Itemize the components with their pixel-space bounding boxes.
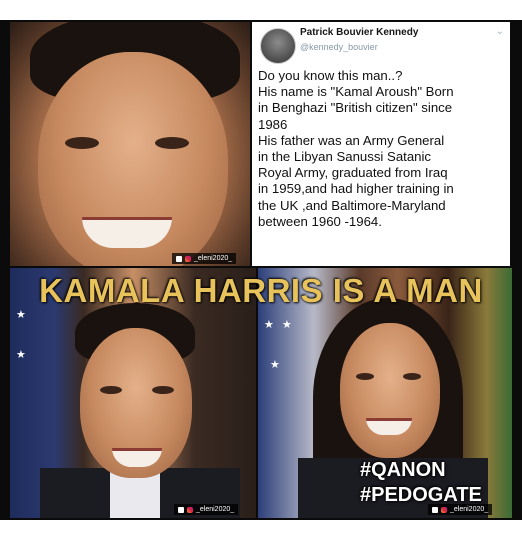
top-margin: [0, 0, 522, 20]
facebook-icon: [176, 255, 182, 262]
instagram-icon: [187, 506, 193, 513]
chevron-down-icon[interactable]: ⌄: [496, 26, 504, 37]
tweet-line: the UK ,and Baltimore-Maryland: [258, 197, 446, 213]
watermark-bl: _eleni2020_: [174, 504, 239, 515]
right-eye: [403, 373, 421, 380]
tweet-line: Royal Army, graduated from Iraq: [258, 165, 448, 181]
right-eye: [152, 386, 174, 394]
left-eye: [65, 137, 99, 149]
watermark-text: _eleni2020_: [194, 255, 233, 262]
bottom-margin: [0, 520, 522, 540]
hashtag[interactable]: #PEDOGATE: [360, 483, 482, 508]
right-eye: [155, 137, 189, 149]
tweet-card: Patrick Bouvier Kennedy @kennedy_bouvier…: [252, 22, 510, 266]
flag-star-icon: ★: [282, 319, 292, 331]
tweet-line: between 1960 -1964.: [258, 213, 382, 229]
tweet-line: in the Libyan Sanussi Satanic: [258, 149, 432, 165]
hashtag[interactable]: #QANON: [360, 458, 482, 483]
instagram-icon: [185, 255, 191, 262]
tweet-line: His father was an Army General: [258, 132, 445, 148]
watermark-tl: _eleni2020_: [172, 253, 237, 264]
hashtags: #QANON #PEDOGATE: [360, 458, 482, 508]
left-eye: [100, 386, 122, 394]
tweet-line: Do you know this man..?: [258, 68, 403, 83]
photo-man-closeup: _eleni2020_: [10, 22, 250, 266]
left-eye: [356, 373, 374, 380]
flag-star-icon: ★: [16, 349, 26, 361]
facebook-icon: [178, 506, 184, 513]
tweet-line: His name is "Kamal Aroush" Born: [258, 84, 454, 100]
tweet-line: in 1959,and had higher training in: [258, 181, 454, 197]
author-handle[interactable]: @kennedy_bouvier: [300, 42, 378, 52]
tweet-line: in Benghazi "British citizen" since: [258, 100, 453, 116]
watermark-text: _eleni2020_: [196, 506, 235, 513]
face: [340, 323, 440, 458]
headline: KAMALA HARRIS IS A MAN: [39, 272, 483, 309]
author-name[interactable]: Patrick Bouvier Kennedy: [300, 27, 418, 38]
flag-star-icon: ★: [264, 319, 274, 331]
tweet-text: Do you know this man..? His name is "Kam…: [258, 68, 506, 230]
flag-star-icon: ★: [270, 359, 280, 371]
author-avatar[interactable]: [260, 28, 296, 64]
tweet-line: 1986: [258, 116, 288, 132]
